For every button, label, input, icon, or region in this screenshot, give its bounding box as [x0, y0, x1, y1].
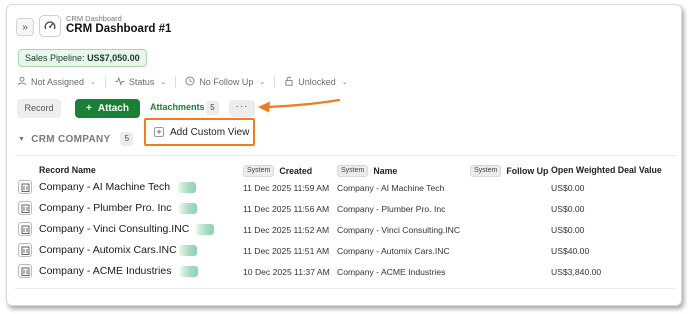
building-icon: [18, 222, 32, 236]
table-row[interactable]: Company - Vinci Consulting.INC 11 Dec 20…: [7, 219, 681, 240]
system-tag: System: [337, 165, 369, 177]
user-icon: [17, 76, 27, 88]
lock-filter[interactable]: Unlocked ⌄: [284, 76, 348, 88]
chevron-down-icon: ⌄: [259, 79, 266, 86]
deal-value-cell: US$3,840.00: [551, 267, 602, 277]
record-name-link[interactable]: Company - ACME Industries: [39, 265, 171, 277]
column-label: Created: [279, 166, 313, 176]
gauge-icon: [39, 15, 61, 37]
deal-value-cell: US$0.00: [551, 204, 585, 214]
assignee-filter[interactable]: Not Assigned ⌄: [17, 76, 96, 88]
name-cell: Company - Automix Cars.INC: [337, 246, 450, 256]
chevron-down-icon: ⌄: [160, 79, 167, 86]
section-count-badge: 5: [120, 132, 134, 146]
column-header-created[interactable]: System Created: [243, 165, 312, 177]
plus-icon: +: [86, 103, 92, 114]
column-label: Open Weighted Deal Value: [551, 165, 662, 175]
column-header-record-name[interactable]: Record Name: [39, 165, 96, 175]
created-cell: 10 Dec 2025 11:37 AM: [243, 267, 330, 277]
table-row[interactable]: Company - Automix Cars.INC 11 Dec 2025 1…: [7, 240, 681, 261]
created-cell: 11 Dec 2025 11:59 AM: [243, 183, 330, 193]
column-header-deal-value[interactable]: Open Weighted Deal Value: [551, 165, 662, 175]
created-cell: 11 Dec 2025 11:51 AM: [243, 246, 330, 256]
row-action-chip[interactable]: [178, 182, 196, 193]
plus-square-icon: +: [154, 127, 164, 137]
name-cell: Company - Plumber Pro. Inc: [337, 204, 446, 214]
record-name-link[interactable]: Company - Vinci Consulting.INC: [39, 223, 189, 235]
building-icon: [18, 201, 32, 215]
column-label: Record Name: [39, 165, 96, 175]
created-cell: 11 Dec 2025 11:56 AM: [243, 204, 330, 214]
sales-pipeline-badge: Sales Pipeline: US$7,050.00: [18, 49, 147, 67]
column-label: Follow Up: [506, 166, 549, 176]
more-options-button[interactable]: ···: [229, 100, 255, 117]
record-name-link[interactable]: Company - Plumber Pro. Inc: [39, 202, 171, 214]
clock-icon: [185, 76, 195, 88]
expand-sidebar-button[interactable]: »: [16, 18, 34, 36]
table-bottom-border: [15, 288, 675, 289]
name-cell: Company - ACME Industries: [337, 267, 446, 277]
status-filter[interactable]: Status ⌄: [115, 76, 166, 88]
row-action-chip[interactable]: [180, 266, 198, 277]
chevron-down-icon: ⌄: [341, 79, 348, 86]
column-label: Name: [373, 166, 398, 176]
deal-value-cell: US$0.00: [551, 183, 585, 193]
table-row[interactable]: Company - ACME Industries 10 Dec 2025 11…: [7, 261, 681, 282]
column-header-follow-up[interactable]: System Follow Up: [470, 165, 548, 177]
deal-value-cell: US$40.00: [551, 246, 590, 256]
page-title: CRM Dashboard #1: [66, 23, 172, 35]
building-icon: [18, 243, 32, 257]
section-title: CRM COMPANY: [31, 133, 111, 145]
divider: [274, 76, 276, 88]
dashboard-window: » CRM Dashboard CRM Dashboard #1 Sales P…: [6, 4, 682, 306]
system-tag: System: [243, 165, 275, 177]
pipeline-value: US$7,050.00: [87, 53, 140, 63]
tab-attachments[interactable]: Attachments: [150, 102, 205, 112]
name-cell: Company - Vinci Consulting.INC: [337, 225, 461, 235]
building-icon: [18, 180, 32, 194]
pipeline-label: Sales Pipeline:: [25, 53, 85, 63]
chevron-down-icon: ⌄: [90, 79, 96, 86]
lock-label: Unlocked: [298, 77, 336, 87]
section-header-crm-company[interactable]: ▼ CRM COMPANY 5: [18, 132, 134, 146]
add-custom-view-label: Add Custom View: [170, 126, 250, 138]
record-name-link[interactable]: Company - Automix Cars.INC: [39, 244, 177, 256]
section-divider: [15, 155, 675, 156]
row-action-chip[interactable]: [179, 203, 197, 214]
activity-icon: [115, 76, 125, 88]
status-label: Status: [128, 77, 155, 87]
attachments-count-badge: 5: [206, 101, 219, 115]
row-action-chip[interactable]: [179, 245, 197, 256]
add-custom-view-button[interactable]: + Add Custom View: [144, 118, 255, 146]
record-name-link[interactable]: Company - AI Machine Tech: [39, 181, 170, 193]
attach-label: Attach: [97, 103, 129, 114]
annotation-arrow-icon: [258, 98, 341, 113]
attach-button[interactable]: + Attach: [75, 99, 140, 118]
double-chevron-right-icon: »: [22, 21, 28, 33]
table-row[interactable]: Company - Plumber Pro. Inc 11 Dec 2025 1…: [7, 198, 681, 219]
system-tag: System: [470, 165, 502, 177]
follow-up-filter[interactable]: No Follow Up ⌄: [185, 76, 265, 88]
unlock-icon: [284, 76, 294, 88]
divider: [104, 76, 106, 88]
name-cell: Company - AI Machine Tech: [337, 183, 445, 193]
follow-up-label: No Follow Up: [199, 77, 254, 87]
breadcrumb[interactable]: CRM Dashboard: [66, 14, 122, 23]
caret-down-icon: ▼: [18, 135, 26, 143]
column-header-name[interactable]: System Name: [337, 165, 397, 177]
table-row[interactable]: Company - AI Machine Tech 11 Dec 2025 11…: [7, 177, 681, 198]
created-cell: 11 Dec 2025 11:52 AM: [243, 225, 330, 235]
row-action-chip[interactable]: [196, 224, 214, 235]
tab-record[interactable]: Record: [17, 99, 61, 118]
building-icon: [18, 264, 32, 278]
filter-bar: Not Assigned ⌄ Status ⌄ No Follow Up ⌄ U…: [17, 76, 348, 88]
assignee-label: Not Assigned: [31, 77, 85, 87]
deal-value-cell: US$0.00: [551, 225, 585, 235]
divider: [175, 76, 177, 88]
